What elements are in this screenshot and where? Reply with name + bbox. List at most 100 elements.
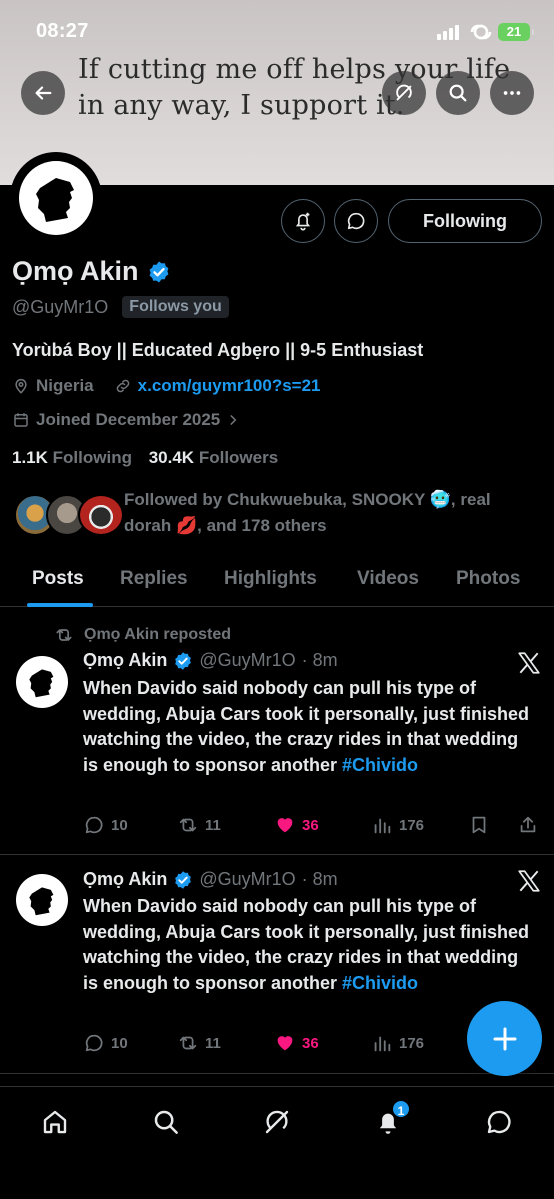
views-icon: [374, 818, 391, 834]
repost-icon: [179, 1036, 197, 1050]
nav-messages[interactable]: [482, 1105, 516, 1139]
tweet-time: · 8m: [301, 869, 338, 889]
like-count: 36: [302, 1034, 319, 1052]
followed-by-part-1: Followed by Chukwuebuka, SNOOKY: [124, 490, 426, 509]
reply-count: 10: [111, 816, 128, 834]
active-tab-indicator: [27, 603, 93, 607]
verified-badge-icon[interactable]: [147, 260, 171, 284]
tweet-header: Ọmọ Akin @GuyMr1O · 8m: [83, 650, 338, 671]
more-button[interactable]: [490, 71, 534, 115]
nav-grok[interactable]: [260, 1105, 294, 1139]
heart-filled-icon: [277, 818, 293, 833]
tweet[interactable]: Ọmọ Akin reposted Ọmọ Akin @GuyMr1O · 8m…: [0, 608, 554, 855]
profile-website-link[interactable]: x.com/guymr100?s=21: [138, 376, 321, 396]
tweet-author-name[interactable]: Ọmọ Akin: [83, 869, 167, 890]
reply-icon: [85, 1034, 103, 1052]
views-count: 176: [399, 1034, 425, 1052]
repost-button[interactable]: 11: [177, 1032, 221, 1054]
views-count: 176: [399, 816, 425, 834]
tab-highlights[interactable]: Highlights: [224, 568, 317, 590]
avatar: [78, 494, 124, 536]
like-button[interactable]: 36: [274, 1032, 319, 1054]
views-button[interactable]: 176: [371, 814, 424, 836]
verified-badge-icon: [175, 870, 192, 889]
home-icon: [43, 1110, 67, 1134]
profile-handle: @GuyMr1O: [12, 296, 109, 317]
followers-stat[interactable]: 30.4K Followers: [149, 448, 278, 467]
profile-joined: Joined December 2025: [36, 410, 221, 429]
signal-icon: [437, 24, 463, 40]
repost-icon: [179, 818, 197, 832]
joined-row[interactable]: Joined December 2025: [12, 410, 246, 430]
repost-indicator: Ọmọ Akin reposted: [54, 625, 231, 645]
avatar-image: [19, 161, 93, 235]
tweet-avatar[interactable]: [16, 874, 68, 926]
verified-badge-icon: [175, 651, 192, 670]
follows-you-badge: Follows you: [122, 296, 229, 318]
repost-button[interactable]: 11: [177, 814, 221, 836]
tab-photos[interactable]: Photos: [456, 568, 520, 590]
tweet-header: Ọmọ Akin @GuyMr1O · 8m: [83, 869, 338, 890]
nav-notifications[interactable]: 1: [371, 1099, 411, 1139]
link-icon: [116, 379, 129, 393]
nav-home[interactable]: [38, 1105, 72, 1139]
chevron-right-icon: [230, 415, 237, 425]
x-logo-icon: [518, 870, 540, 892]
tab-videos[interactable]: Videos: [357, 568, 419, 590]
following-count: 1.1K: [12, 448, 48, 467]
message-button[interactable]: [334, 199, 378, 243]
repost-label: Ọmọ Akin reposted: [84, 626, 231, 643]
profile-avatar[interactable]: [10, 152, 102, 244]
followed-by-part-2: , real: [450, 490, 491, 509]
followed-by-text[interactable]: Followed by Chukwuebuka, SNOOKY 🥶, real …: [124, 487, 534, 539]
following-stat[interactable]: 1.1K Following: [12, 448, 132, 467]
search-icon: [449, 84, 467, 102]
like-button[interactable]: 36: [274, 814, 319, 836]
compose-button[interactable]: [467, 1001, 542, 1076]
tab-posts[interactable]: Posts: [32, 568, 84, 590]
tweet-body: When Davido said nobody can pull his typ…: [83, 678, 530, 775]
silhouette-icon: [36, 178, 74, 222]
following-button[interactable]: Following: [388, 199, 542, 243]
hashtag-link[interactable]: #Chivido: [342, 755, 418, 775]
views-icon: [374, 1036, 391, 1052]
search-icon: [154, 1110, 178, 1134]
x-logo-icon: [518, 652, 540, 674]
following-label: Following: [52, 448, 132, 467]
cold-face-emoji: 🥶: [429, 490, 451, 509]
notify-button[interactable]: [281, 199, 325, 243]
followers-label: Followers: [198, 448, 279, 467]
location-icon: [15, 378, 27, 394]
plus-icon: [493, 1027, 516, 1050]
battery-level: 21: [506, 24, 522, 39]
search-button[interactable]: [436, 71, 480, 115]
tweet-author-handle: @GuyMr1O: [199, 650, 296, 670]
silhouette-icon: [29, 669, 54, 698]
chat-icon: [487, 1110, 511, 1134]
hashtag-link[interactable]: #Chivido: [342, 973, 418, 993]
tab-replies[interactable]: Replies: [120, 568, 188, 590]
followed-by-avatars[interactable]: [14, 494, 124, 538]
back-button[interactable]: [21, 71, 65, 115]
reply-button[interactable]: 10: [83, 814, 128, 836]
reply-count: 10: [111, 1034, 128, 1052]
profile-bio: Yorùbá Boy || Educated Agbẹro || 9-5 Ent…: [12, 340, 424, 360]
profile-location: Nigeria: [36, 376, 94, 395]
arrow-left-icon: [35, 86, 52, 100]
tweet-body: When Davido said nobody can pull his typ…: [83, 896, 530, 993]
tweet-avatar[interactable]: [16, 656, 68, 708]
nav-search[interactable]: [149, 1105, 183, 1139]
share-button[interactable]: [517, 814, 539, 836]
tweet-author-name[interactable]: Ọmọ Akin: [83, 650, 167, 671]
views-button[interactable]: 176: [371, 1032, 424, 1054]
reply-button[interactable]: 10: [83, 1032, 128, 1054]
tweet-actions: 10 11 36 176: [83, 814, 543, 838]
repost-count: 11: [205, 1034, 221, 1052]
tweet-text: When Davido said nobody can pull his typ…: [83, 676, 533, 778]
bookmark-button[interactable]: [468, 814, 490, 836]
notification-badge: 1: [391, 1099, 411, 1119]
grok-button[interactable]: [382, 71, 426, 115]
profile-tabs: Posts Replies Highlights Videos Photos: [0, 560, 554, 607]
tweet-text: When Davido said nobody can pull his typ…: [83, 894, 533, 996]
tweet-author-handle: @GuyMr1O: [199, 869, 296, 889]
